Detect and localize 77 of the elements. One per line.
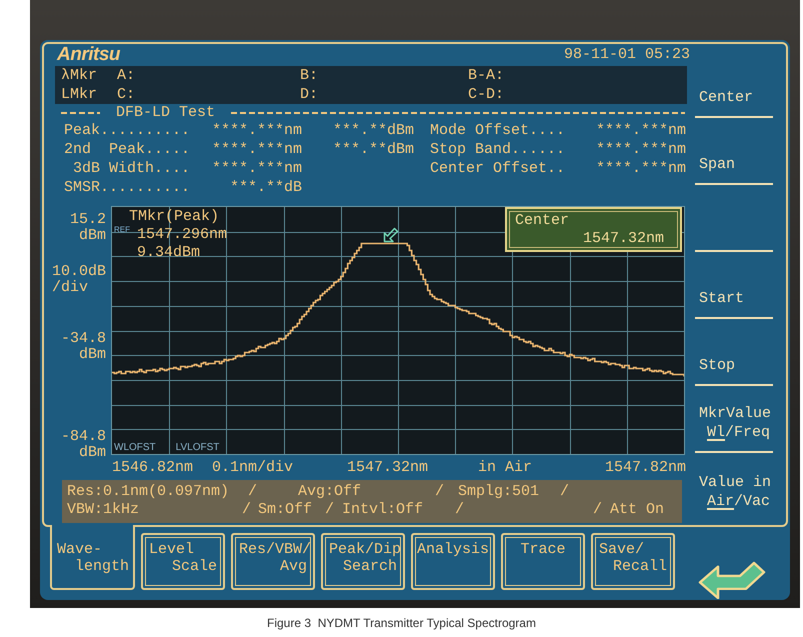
offset-label: LVLOFST <box>176 442 220 453</box>
offset-label: WLOFST <box>114 442 156 453</box>
axis-label: 0.1nm/div <box>212 459 294 477</box>
axis-value: -84.8 <box>60 429 106 445</box>
status-text: / <box>435 483 446 501</box>
measurement-value: ****.***nm <box>596 140 686 159</box>
menu-tab[interactable]: Wave- length <box>50 525 135 590</box>
marker-difference-label: B-A: <box>468 66 506 85</box>
status-text: Intvl:Off <box>342 501 424 519</box>
figure-caption: Figure 3 NYDMT Transmitter Typical Spectrogram <box>267 616 536 632</box>
measurement-value: ****.***nm <box>596 159 686 178</box>
status-text: Smplg:501 <box>458 483 540 501</box>
softkey[interactable]: Value in Air/Vac <box>695 453 773 520</box>
measurement-label: Center Offset.. <box>429 159 566 178</box>
date-time: 98-11-01 05:23 <box>564 46 690 64</box>
axis-unit: dBm <box>78 445 106 461</box>
measurement-label: 2nd Peak..... <box>64 140 190 159</box>
menu-tab[interactable]: Res/VBW/ Avg <box>231 533 315 590</box>
readout-value: 1547.32nm <box>582 230 664 248</box>
axis-unit: /div <box>52 280 88 296</box>
menu-tab[interactable]: Peak/Dip Search <box>321 533 405 590</box>
status-text: / <box>242 501 252 519</box>
readout-label: Center <box>515 212 570 230</box>
status-text: / <box>455 501 466 519</box>
marker-field-label: C: <box>117 85 136 104</box>
marker-arrow-icon <box>383 227 399 243</box>
marker-field-label: B: <box>300 66 320 85</box>
axis-label: 1546.82nm <box>112 459 194 477</box>
marker-power: 9.34dBm <box>136 244 200 262</box>
marker-label: LMkr <box>61 85 98 104</box>
marker-field-label: D: <box>300 85 320 104</box>
marker-field-label: A: <box>117 66 136 85</box>
axis-label: 1547.32nm <box>347 459 428 477</box>
measurement-value: ****.***nm <box>212 159 302 178</box>
measurement-value: ****.***nm <box>596 121 686 140</box>
power-value: ***.**dBm <box>332 140 414 159</box>
status-text: Avg:Off <box>298 483 362 501</box>
power-value: ***.**dBm <box>332 121 414 140</box>
marker-title: TMkr(Peak) <box>129 208 220 226</box>
measurement-label: 3dB Width.... <box>72 159 190 178</box>
axis-value: -34.8 <box>60 331 106 347</box>
status-text: / <box>593 501 604 519</box>
softkey[interactable]: Start <box>695 252 773 319</box>
menu-tab[interactable]: Analysis <box>411 533 495 590</box>
measurement-label: SMSR.......... <box>64 178 190 197</box>
axis-label: in Air <box>478 459 532 477</box>
status-text: / <box>248 483 258 501</box>
menu-tab[interactable]: Level Scale <box>141 533 225 590</box>
axis-value: 15.2 <box>70 212 106 228</box>
axis-label: 1547.82nm <box>604 459 686 477</box>
brand-logo: Anritsu <box>57 45 120 65</box>
softkey[interactable]: Center <box>695 51 773 118</box>
measurement-value: ***.**dB <box>230 178 302 197</box>
softkey[interactable]: Stop <box>695 319 773 386</box>
measurement-label: Stop Band...... <box>429 140 566 159</box>
softkey[interactable]: MkrValue Wl/Freq <box>695 386 773 453</box>
reference-label: REF <box>114 225 130 234</box>
marker-label: λMkr <box>61 66 98 85</box>
status-text: / <box>560 483 570 501</box>
status-text: VBW:1kHz <box>67 501 140 519</box>
menu-tab[interactable]: Trace <box>501 533 585 590</box>
status-text: / <box>325 501 336 519</box>
measurement-value: ****.***nm <box>212 140 302 159</box>
axis-value: 10.0dB <box>52 264 106 280</box>
status-text: Sm:Off <box>258 501 314 519</box>
section-title: DFB-LD Test <box>116 104 216 121</box>
axis-unit: dBm <box>78 228 106 244</box>
status-text: Res:0.1nm(0.097nm) <box>67 483 230 501</box>
marker-wavelength: 1547.296nm <box>136 226 228 244</box>
measurement-value: ****.***nm <box>212 121 302 140</box>
axis-unit: dBm <box>78 347 106 363</box>
status-text: Att On <box>610 501 666 519</box>
marker-difference-label: C-D: <box>468 85 506 104</box>
menu-tab[interactable]: Save/ Recall <box>591 533 675 590</box>
softkey[interactable]: Span <box>695 118 773 185</box>
measurement-label: Peak.......... <box>64 121 190 140</box>
measurement-label: Mode Offset.... <box>429 121 566 140</box>
